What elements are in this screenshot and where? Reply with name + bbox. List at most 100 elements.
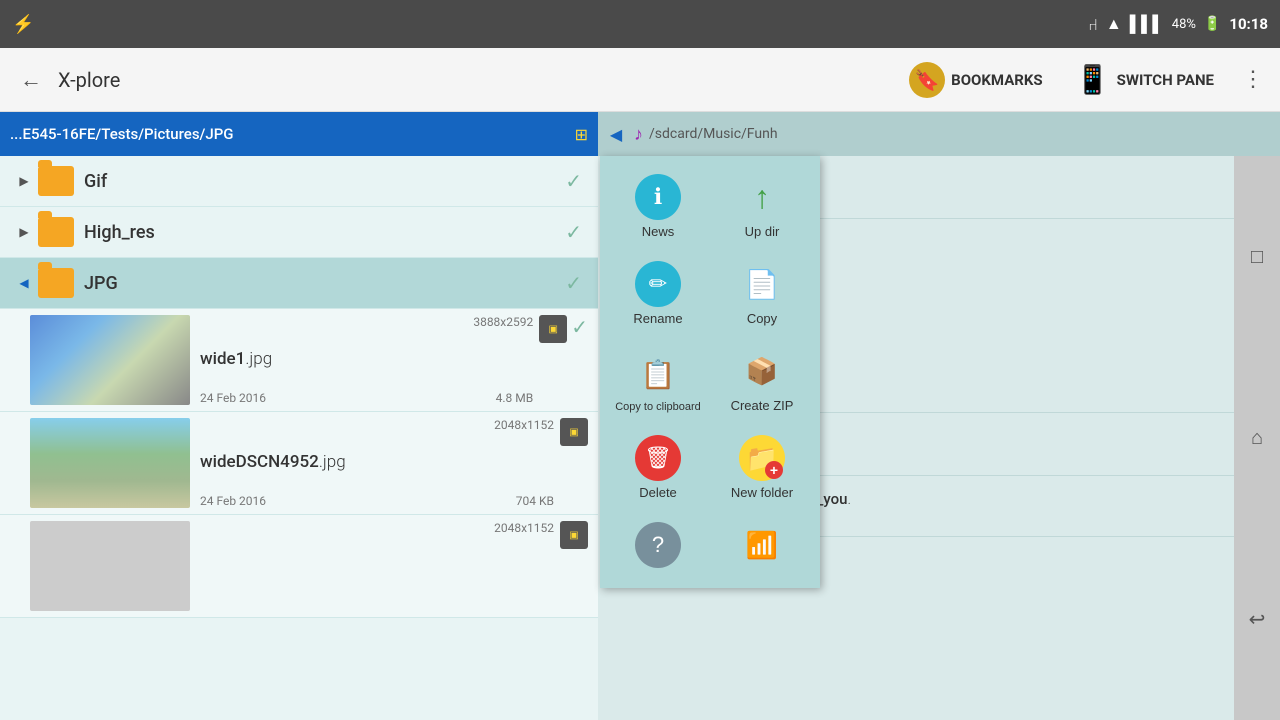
file-info-wide1: 3888x2592 wide1.jpg 24 Feb 2016 4.8 MB (200, 315, 533, 405)
ctx-copy-button[interactable]: 📄 Copy (714, 253, 810, 332)
ctx-delete-label: Delete (639, 485, 677, 500)
ctx-news-button[interactable]: ℹ News (610, 166, 706, 245)
folder-name-jpg: JPG (84, 273, 559, 294)
left-pane: ...E545-16FE/Tests/Pictures/JPG ⊞ ▶ Gif … (0, 112, 598, 720)
folder-check-highres: ✓ (565, 220, 582, 244)
battery-text: 48% (1172, 17, 1196, 32)
folder-check-jpg: ✓ (565, 271, 582, 295)
switch-pane-button[interactable]: 📱 SWITCH PANE (1067, 58, 1222, 102)
ctx-updir-button[interactable]: ↑ Up dir (714, 166, 810, 245)
ctx-help-icon: ? (635, 522, 681, 568)
ctx-updir-label: Up dir (745, 224, 780, 239)
main-content: ...E545-16FE/Tests/Pictures/JPG ⊞ ▶ Gif … (0, 112, 1280, 720)
bluetooth-icon: ⑁ (1088, 15, 1098, 34)
time-text: 10:18 (1229, 15, 1268, 33)
file-item-widedscn[interactable]: 2048x1152 wideDSCN4952.jpg 24 Feb 2016 7… (0, 412, 598, 515)
folder-icon-gif (38, 166, 74, 196)
status-right: ⑁ ▲ ▌▌▌ 48% 🔋 10:18 (1088, 14, 1268, 34)
bookmarks-label: BOOKMARKS (951, 71, 1043, 89)
file-name-widedscn: wideDSCN4952.jpg (200, 452, 554, 472)
file-name-wide1: wide1.jpg (200, 349, 533, 369)
file-item-third[interactable]: 2048x1152 ▣ (0, 515, 598, 618)
ctx-wifi-icon: 📶 (739, 522, 785, 568)
file-ext-widedscn: .jpg (319, 452, 346, 472)
ctx-copy-icon: 📄 (739, 261, 785, 307)
file-list: ▶ Gif ✓ ▶ High_res ✓ ◀ JPG ✓ (0, 156, 598, 720)
file-size-wide1: 4.8 MB (496, 391, 534, 405)
ctx-rename-label: Rename (633, 311, 682, 326)
context-menu: ℹ News ↑ Up dir ✏ Rename 📄 Copy 📋 Copy t… (600, 156, 820, 588)
ctx-zip-button[interactable]: 📦 Create ZIP (714, 340, 810, 419)
app-title: X-plore (58, 68, 901, 92)
file-date-widedscn: 24 Feb 2016 (200, 494, 266, 508)
ctx-zip-icon: 📦 (739, 348, 785, 394)
ctx-newfolder-icon: 📁 + (739, 435, 785, 481)
right-path-text: /sdcard/Music/Funh (649, 126, 778, 142)
ctx-zip-label: Create ZIP (731, 398, 794, 413)
ctx-clipboard-button[interactable]: 📋 Copy to clipboard (610, 340, 706, 419)
file-thumb-wide1 (30, 315, 190, 405)
bookmarks-button[interactable]: 🔖 BOOKMARKS (901, 58, 1051, 102)
bookmarks-icon: 🔖 (909, 62, 945, 98)
folder-check-gif: ✓ (565, 169, 582, 193)
ctx-delete-button[interactable]: 🗑 Delete (610, 427, 706, 506)
nav-home-button[interactable]: ⌂ (1239, 420, 1275, 456)
folder-item-jpg[interactable]: ◀ JPG ✓ (0, 258, 598, 309)
folder-arrow-jpg: ◀ (16, 275, 32, 291)
battery-icon: 🔋 (1204, 16, 1221, 32)
file-meta-wide1: 24 Feb 2016 4.8 MB (200, 391, 533, 405)
file-dim-wide1: 3888x2592 (200, 315, 533, 329)
ctx-wifi-button[interactable]: 📶 (714, 514, 810, 578)
thumb-landscape-img (30, 315, 190, 405)
left-path-text: ...E545-16FE/Tests/Pictures/JPG (10, 125, 569, 143)
ctx-newfolder-label: New folder (731, 485, 793, 500)
file-ext-wide1: .jpg (245, 349, 272, 369)
ctx-clipboard-label: Copy to clipboard (615, 401, 701, 413)
folder-icon-highres (38, 217, 74, 247)
file-dim-third: 2048x1152 (200, 521, 554, 535)
file-small-icon-third: ▣ (560, 521, 588, 549)
left-path-bar: ...E545-16FE/Tests/Pictures/JPG ⊞ (0, 112, 598, 156)
bookmark-symbol: 🔖 (915, 68, 940, 92)
nav-back-button[interactable]: ↩ (1239, 601, 1275, 637)
file-small-icon-widedscn: ▣ (560, 418, 588, 446)
ctx-clipboard-icon: 📋 (635, 351, 681, 397)
ctx-updir-icon: ↑ (739, 174, 785, 220)
switch-pane-icon: 📱 (1075, 62, 1111, 98)
folder-item-highres[interactable]: ▶ High_res ✓ (0, 207, 598, 258)
status-bar: ⚡ ⑁ ▲ ▌▌▌ 48% 🔋 10:18 (0, 0, 1280, 48)
right-path-icon: ♪ (634, 124, 643, 145)
right-pane-arrow: ◀ (608, 126, 624, 142)
ctx-news-label: News (642, 224, 675, 239)
more-button[interactable]: ⋮ (1238, 63, 1268, 96)
usb-icon: ⚡ (12, 14, 34, 35)
music-ext-3: . (847, 490, 851, 508)
file-info-third: 2048x1152 (200, 521, 554, 611)
file-thumb-third (30, 521, 190, 611)
file-item-wide1[interactable]: 3888x2592 wide1.jpg 24 Feb 2016 4.8 MB ▣… (0, 309, 598, 412)
ctx-rename-button[interactable]: ✏ Rename (610, 253, 706, 332)
nav-windows-button[interactable]: □ (1239, 239, 1275, 275)
folder-name-gif: Gif (84, 171, 559, 192)
ctx-copy-label: Copy (747, 311, 777, 326)
file-small-icon-wide1: ▣ (539, 315, 567, 343)
nav-bar: □ ⌂ ↩ (1234, 156, 1280, 720)
file-check-wide1: ✓ (571, 315, 588, 339)
ctx-newfolder-button[interactable]: 📁 + New folder (714, 427, 810, 506)
ctx-news-icon: ℹ (635, 174, 681, 220)
signal-icon: ▌▌▌ (1130, 14, 1164, 34)
folder-item-gif[interactable]: ▶ Gif ✓ (0, 156, 598, 207)
right-path-bar: ◀ ♪ /sdcard/Music/Funh (598, 112, 1280, 156)
switch-pane-label: SWITCH PANE (1117, 71, 1214, 89)
ctx-help-button[interactable]: ? (610, 514, 706, 578)
file-dim-widedscn: 2048x1152 (200, 418, 554, 432)
grid-icon[interactable]: ⊞ (575, 125, 588, 144)
ctx-rename-icon: ✏ (635, 261, 681, 307)
folder-arrow-gif: ▶ (16, 173, 32, 189)
file-info-widedscn: 2048x1152 wideDSCN4952.jpg 24 Feb 2016 7… (200, 418, 554, 508)
back-button[interactable]: ← (12, 59, 50, 101)
app-bar: ← X-plore 🔖 BOOKMARKS 📱 SWITCH PANE ⋮ (0, 48, 1280, 112)
folder-arrow-highres: ▶ (16, 224, 32, 240)
file-size-widedscn: 704 KB (516, 494, 554, 508)
thumb-monument-img (30, 418, 190, 508)
